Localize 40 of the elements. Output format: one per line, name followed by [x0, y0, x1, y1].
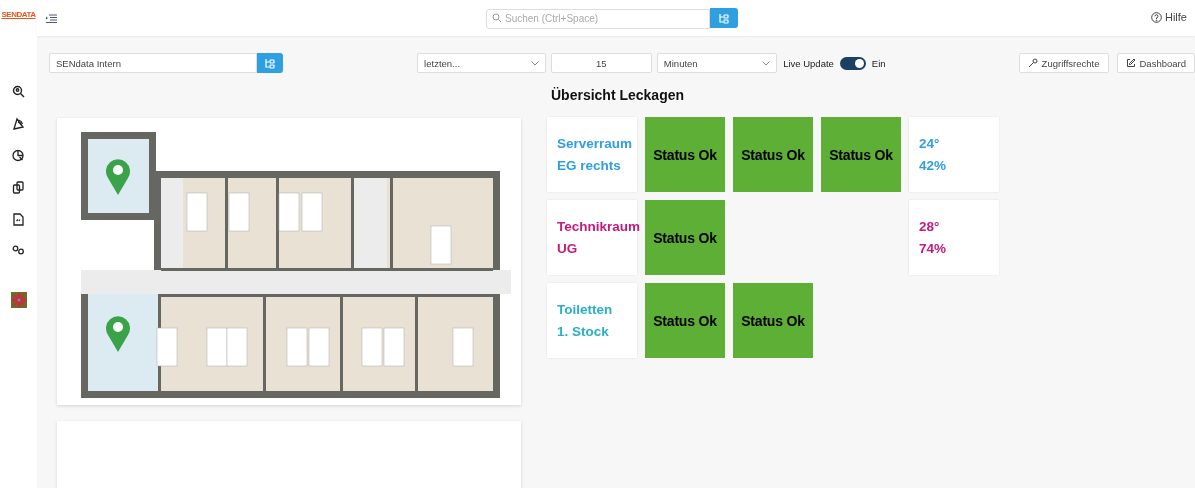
- reading-tile: 24° 42%: [909, 117, 999, 192]
- status-tile: Status Ok: [733, 283, 813, 358]
- tree-button[interactable]: [257, 53, 284, 73]
- hierarchy-icon: [718, 12, 730, 24]
- chevron-down-icon: [530, 60, 539, 66]
- signal-icon[interactable]: [12, 117, 25, 130]
- logo[interactable]: SENDATA: [1, 10, 36, 19]
- help-icon: [1151, 11, 1162, 23]
- status-tile: Status Ok: [645, 117, 725, 192]
- file-icon[interactable]: [13, 213, 24, 226]
- map-pin-icon[interactable]: [105, 158, 131, 196]
- chevron-down-icon: [762, 60, 771, 66]
- help-button[interactable]: Hilfe: [1151, 11, 1187, 23]
- unit-dropdown[interactable]: Minuten: [656, 53, 778, 73]
- flag-tile-icon[interactable]: [10, 292, 27, 308]
- reading-tile: 28° 74%: [909, 200, 999, 275]
- status-tile: Status Ok: [821, 117, 901, 192]
- search-pin-icon[interactable]: [12, 85, 25, 98]
- menu-icon[interactable]: [46, 13, 57, 23]
- status-tile: Status Ok: [645, 200, 725, 275]
- search-icon: [492, 13, 502, 23]
- pie-chart-icon[interactable]: [12, 149, 25, 162]
- hierarchy-icon: [264, 57, 277, 69]
- live-update-label: Live Update: [783, 57, 834, 69]
- location-field[interactable]: SENdata Intern: [49, 53, 257, 73]
- page-title: Übersicht Leckagen: [551, 87, 686, 103]
- live-update-toggle[interactable]: [839, 56, 866, 70]
- key-icon: [1027, 58, 1038, 68]
- copy-icon[interactable]: [12, 181, 25, 194]
- edit-icon: [1125, 58, 1136, 68]
- gears-icon[interactable]: [12, 245, 25, 255]
- toolbar-button[interactable]: Dashboard: [1116, 53, 1195, 73]
- toggle-state-label: Ein: [871, 57, 886, 69]
- toolbar-button[interactable]: Zugriffsrechte: [1018, 53, 1109, 73]
- status-tile: Status Ok: [733, 117, 813, 192]
- count-field[interactable]: 15: [550, 53, 652, 73]
- search-field[interactable]: Suchen (Ctrl+Space): [486, 8, 710, 29]
- range-dropdown[interactable]: letzten...: [417, 53, 546, 73]
- status-tile: Status Ok: [645, 283, 725, 358]
- map-pin-icon[interactable]: [105, 315, 131, 353]
